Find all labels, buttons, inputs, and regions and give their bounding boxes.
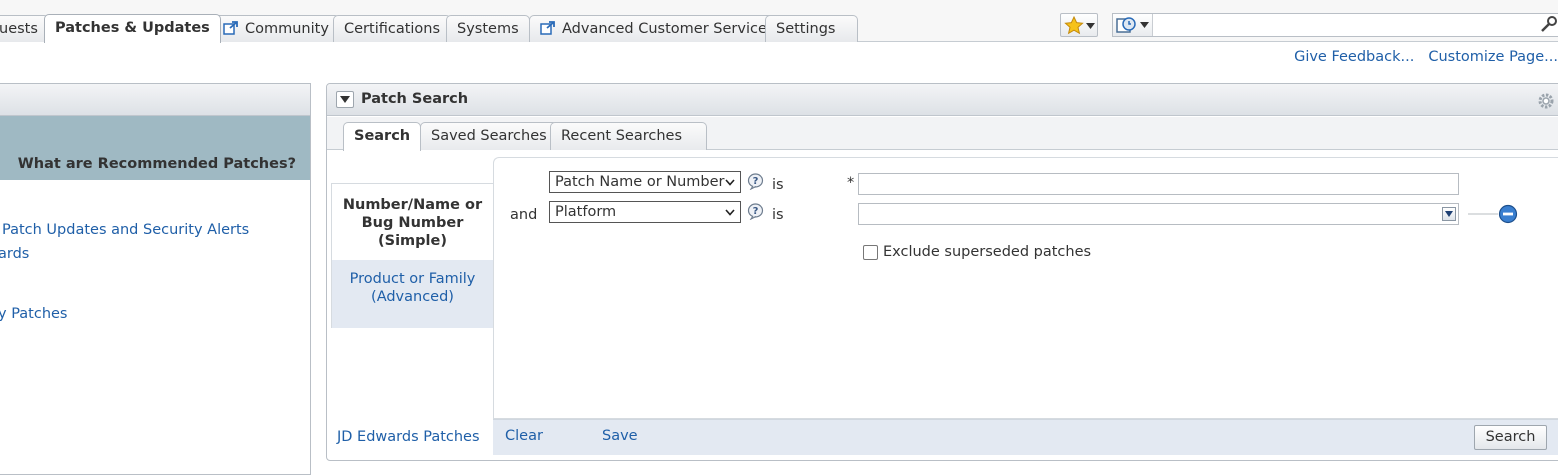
recommended-patches-heading[interactable]: What are Recommended Patches? [18, 156, 296, 172]
top-navigation-bar: uests Patches & Updates Community Certif… [0, 0, 1558, 43]
search-mode-column: Number/Name or Bug Number (Simple) Produ… [331, 183, 493, 328]
select-value: Platform [555, 204, 617, 220]
utility-links: Give Feedback... Customize Page... [1280, 49, 1558, 65]
customize-page-link[interactable]: Customize Page... [1428, 49, 1558, 65]
save-link[interactable]: Save [602, 428, 638, 444]
give-feedback-link[interactable]: Give Feedback... [1294, 49, 1414, 65]
tab-label: Certifications [344, 21, 441, 37]
left-panel-header [0, 84, 310, 116]
tab-label: Systems [457, 21, 519, 37]
favorites-menu-button[interactable] [1060, 13, 1098, 37]
star-icon [1064, 16, 1084, 35]
chevron-down-icon [1140, 22, 1149, 28]
mode-simple-selected[interactable]: Number/Name or Bug Number (Simple) [332, 184, 493, 260]
conjunction-label: and [510, 207, 538, 223]
exclude-superseded-checkbox[interactable] [863, 245, 878, 260]
patch-name-input[interactable] [858, 173, 1459, 195]
chevron-down-icon [725, 179, 735, 186]
triangle-down-icon [340, 96, 350, 103]
recent-items-button[interactable] [1113, 14, 1153, 36]
recent-history-icon [1116, 17, 1136, 33]
tab-community[interactable]: Community [212, 15, 340, 42]
exclude-superseded-label: Exclude superseded patches [883, 244, 1092, 260]
mode-advanced-link[interactable]: Product or Family (Advanced) [332, 260, 493, 328]
tab-label: Community [245, 21, 329, 37]
recommended-patches-band: What are Recommended Patches? [0, 116, 310, 180]
tab-recent-searches[interactable]: Recent Searches [550, 122, 708, 150]
tab-patches-updates[interactable]: Patches & Updates [44, 14, 221, 43]
chevron-down-icon [1086, 23, 1095, 29]
tab-saved-searches[interactable]: Saved Searches [420, 122, 558, 150]
tab-label: uests [0, 21, 38, 37]
mode-label: Bug Number [361, 215, 464, 231]
external-link-icon [540, 21, 555, 35]
search-footer: Clear Save Search [493, 419, 1558, 455]
patch-updates-security-alerts-link[interactable]: Patch Updates and Security Alerts [2, 222, 249, 238]
tab-search[interactable]: Search [343, 122, 422, 151]
chevron-down-icon [725, 209, 735, 216]
left-panel: What are Recommended Patches? Patch Upda… [0, 83, 311, 475]
search-tabs: Search Saved Searches Recent Searches [327, 117, 1558, 151]
platform-dropdown-button[interactable] [1442, 207, 1456, 221]
patches-link[interactable]: y Patches [0, 306, 68, 322]
tab-systems[interactable]: Systems [446, 15, 530, 42]
operator-label: is [772, 207, 784, 223]
tab-label: Patches & Updates [55, 20, 210, 36]
tab-service-requests[interactable]: uests [0, 15, 49, 42]
help-icon[interactable]: ? [747, 203, 764, 220]
tab-advanced-customer-services[interactable]: Advanced Customer Services [529, 15, 786, 42]
remove-row-icon[interactable] [1498, 204, 1518, 224]
mode-label: (Simple) [378, 233, 447, 249]
patch-search-title: Patch Search [361, 91, 469, 107]
field-select-patch-name[interactable]: Patch Name or Number [549, 171, 741, 193]
mode-label: Number/Name or [342, 197, 483, 213]
svg-text:?: ? [753, 206, 759, 217]
search-icon[interactable] [1540, 16, 1558, 34]
tab-certifications[interactable]: Certifications [333, 15, 452, 42]
required-indicator: * [847, 175, 855, 191]
search-form: Patch Name or Number ? is * and Platform… [493, 157, 1558, 419]
mode-label: (Advanced) [371, 289, 454, 305]
jd-edwards-patches-link[interactable]: JD Edwards Patches [337, 429, 480, 445]
external-link-icon [223, 21, 238, 35]
tab-settings[interactable]: Settings [765, 15, 859, 42]
operator-label: is [772, 177, 784, 193]
search-history-box[interactable] [1112, 13, 1558, 37]
patch-search-panel: Patch Search Search Saved Searches Recen… [326, 83, 1558, 461]
edwards-link[interactable]: ards [0, 246, 29, 262]
tab-label: Advanced Customer Services [562, 21, 775, 37]
help-icon[interactable]: ? [747, 173, 764, 190]
tab-label: Settings [776, 21, 836, 37]
search-button[interactable]: Search [1474, 425, 1547, 450]
collapse-button[interactable] [336, 91, 354, 108]
select-value: Patch Name or Number [555, 174, 725, 190]
patch-search-header: Patch Search [327, 84, 1558, 116]
row-connector-line [1468, 213, 1498, 215]
svg-text:?: ? [753, 176, 759, 187]
field-select-platform[interactable]: Platform [549, 201, 741, 223]
mode-label: Product or Family [349, 271, 476, 287]
triangle-down-icon [1445, 211, 1453, 217]
platform-select-input[interactable] [858, 203, 1459, 225]
clear-link[interactable]: Clear [505, 428, 543, 444]
gear-icon[interactable] [1537, 92, 1555, 110]
